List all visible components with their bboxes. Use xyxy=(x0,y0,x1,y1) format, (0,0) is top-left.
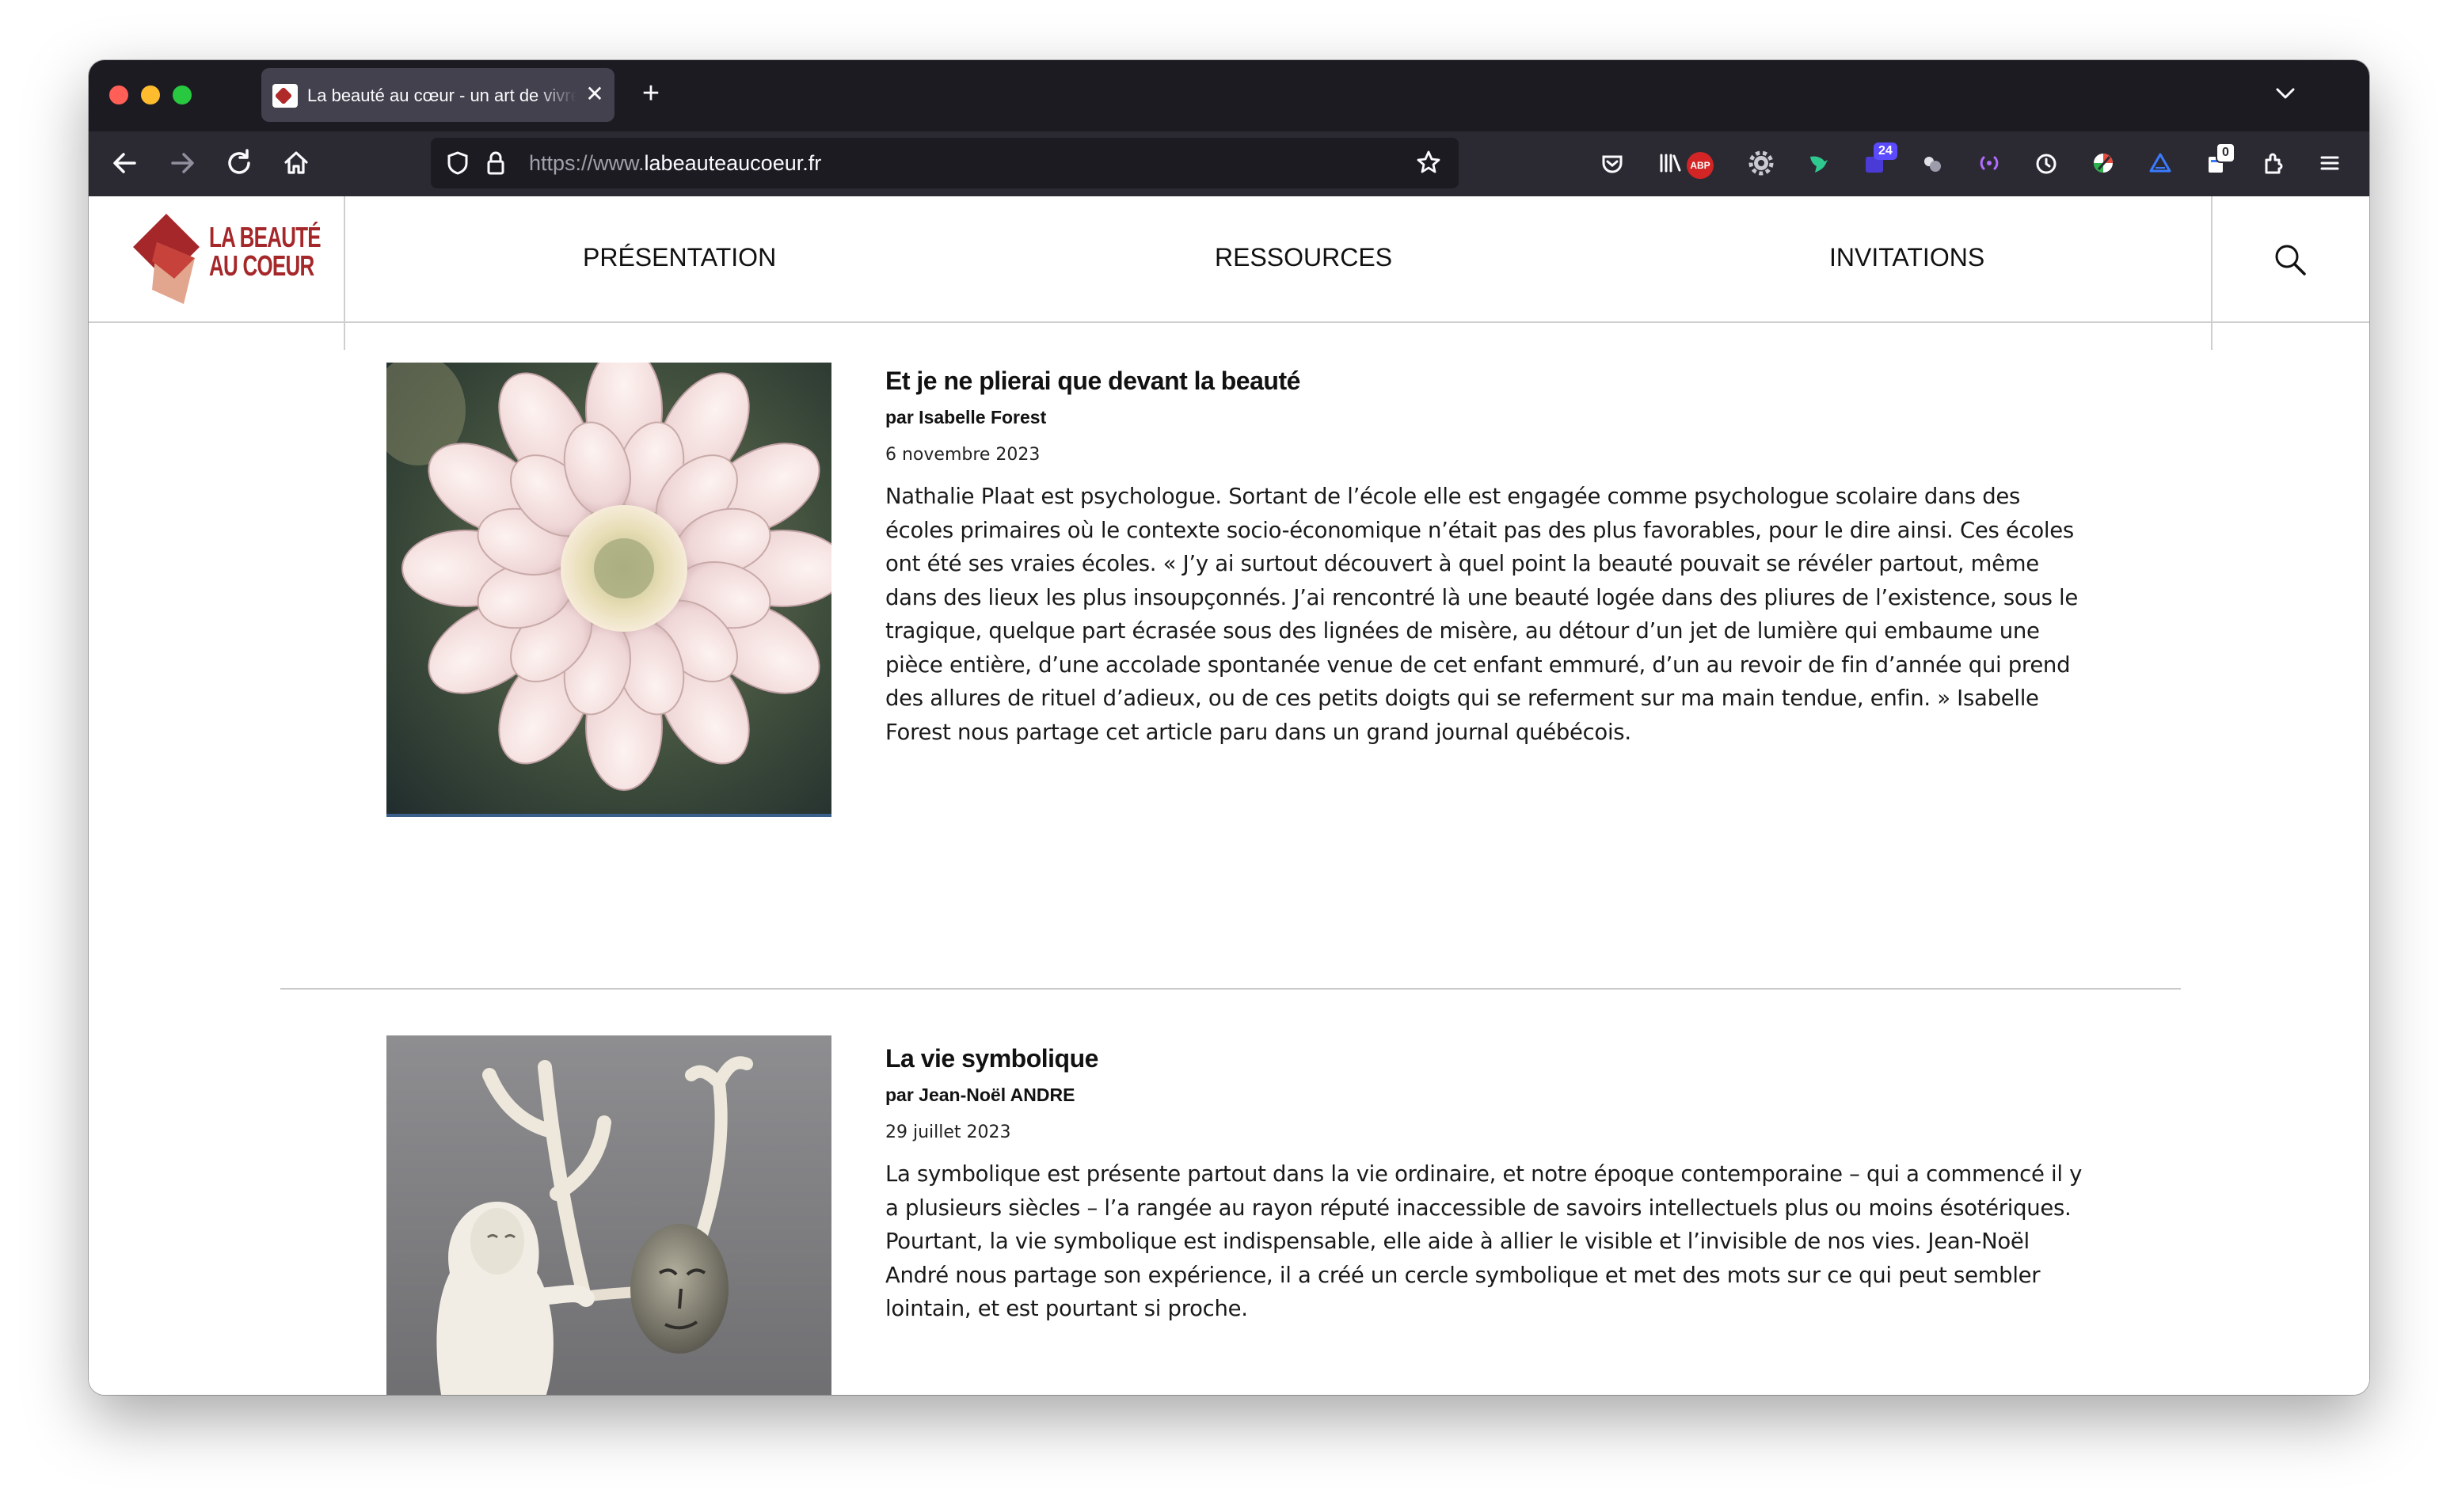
tab-title: La beauté au cœur - un art de vivre xyxy=(307,85,576,105)
calendar-badge: 24 xyxy=(1874,142,1897,160)
home-button[interactable] xyxy=(274,141,318,185)
back-icon xyxy=(113,153,136,173)
nav-item-ressources[interactable]: Ressources xyxy=(1215,237,1392,277)
article-1-image[interactable] xyxy=(386,363,831,817)
calendar-icon[interactable]: 24 xyxy=(1856,142,1897,182)
site-header: LA BEAUTÉ AU COEUR Présentation Ressourc… xyxy=(89,196,2369,350)
article-2-image[interactable] xyxy=(386,1035,831,1395)
broadcast-icon[interactable] xyxy=(1970,144,2008,182)
counter-badge: 0 xyxy=(2216,142,2235,163)
article-2-title[interactable]: La vie symbolique xyxy=(885,1039,1098,1078)
logo-wordmark[interactable]: LA BEAUTÉ AU COEUR xyxy=(209,221,322,282)
navigation-toolbar: https://www.labeauteaucoeur.fr ABP 24 0 xyxy=(89,131,2369,196)
list-all-tabs-button[interactable] xyxy=(2262,70,2309,117)
timer-icon[interactable] xyxy=(2027,144,2065,182)
article-1-author: par Isabelle Forest xyxy=(885,407,1047,427)
forward-icon xyxy=(171,153,194,173)
header-divider-left xyxy=(344,196,345,350)
url-domain: labeauteaucoeur.fr xyxy=(644,151,822,175)
reload-icon xyxy=(228,149,250,174)
search-icon xyxy=(2275,245,2306,275)
close-tab-icon[interactable]: ✕ xyxy=(581,81,608,108)
reload-button[interactable] xyxy=(217,141,261,185)
home-icon xyxy=(284,151,308,174)
web-page: LA BEAUTÉ AU COEUR Présentation Ressourc… xyxy=(89,196,2369,1395)
triangle-icon[interactable] xyxy=(2141,144,2179,182)
zoom-window-button[interactable] xyxy=(173,85,192,104)
search-button[interactable] xyxy=(2271,241,2309,279)
article-divider xyxy=(280,988,2181,990)
article-1-title[interactable]: Et je ne plierai que devant la beauté xyxy=(885,361,1300,401)
new-tab-button[interactable]: + xyxy=(627,70,675,117)
article-1-excerpt: Nathalie Plaat est psychologue. Sortant … xyxy=(885,484,2079,745)
browser-window: La beauté au cœur - un art de vivre ✕ + xyxy=(89,60,2369,1395)
minimize-window-button[interactable] xyxy=(141,85,160,104)
url-text[interactable]: https://www.labeauteaucoeur.fr xyxy=(529,146,821,180)
tab-strip: La beauté au cœur - un art de vivre ✕ + xyxy=(89,60,2369,131)
site-logo[interactable] xyxy=(128,211,215,304)
nav-item-invitations[interactable]: Invitations xyxy=(1829,237,1984,277)
logo-line-2: AU COEUR xyxy=(209,249,314,282)
forward-button[interactable] xyxy=(160,141,204,185)
logo-diamond-icon xyxy=(133,214,200,304)
close-window-button[interactable] xyxy=(109,85,128,104)
article-1-date: 6 novembre 2023 xyxy=(885,445,1041,465)
shield-icon[interactable] xyxy=(442,146,474,180)
adblock-icon[interactable]: ABP xyxy=(1687,152,1714,179)
back-button[interactable] xyxy=(103,141,147,185)
chevron-down-icon xyxy=(2276,88,2295,99)
library-icon[interactable] xyxy=(1650,144,1688,182)
color-picker-icon[interactable] xyxy=(2084,144,2122,182)
url-prefix: https://www. xyxy=(529,151,645,175)
gear-icon[interactable] xyxy=(1742,144,1780,182)
logo-line-1: LA BEAUTÉ xyxy=(209,221,322,253)
nav-item-presentation[interactable]: Présentation xyxy=(583,237,776,277)
address-bar[interactable]: https://www.labeauteaucoeur.fr xyxy=(431,138,1459,188)
article-2-date: 29 juillet 2023 xyxy=(885,1123,1011,1142)
lock-icon[interactable] xyxy=(480,146,512,180)
extensions-icon[interactable] xyxy=(2255,144,2293,182)
bookmark-star-icon[interactable] xyxy=(1413,146,1444,180)
bird-icon[interactable] xyxy=(1799,144,1837,182)
article-2-author: par Jean-Noël ANDRE xyxy=(885,1085,1075,1105)
menu-icon[interactable] xyxy=(2311,144,2349,182)
clipboard-icon[interactable]: 0 xyxy=(2198,142,2236,182)
article-2-excerpt: La symbolique est présente partout dans … xyxy=(885,1161,2083,1321)
header-divider-right xyxy=(2211,196,2213,350)
antler-sculpture-image xyxy=(386,1035,831,1395)
active-tab[interactable]: La beauté au cœur - un art de vivre ✕ xyxy=(261,68,614,122)
tracker-icon[interactable] xyxy=(1913,144,1951,182)
pocket-icon[interactable] xyxy=(1593,144,1631,182)
dahlia-flower-image xyxy=(386,363,831,817)
site-favicon-icon xyxy=(272,84,298,108)
